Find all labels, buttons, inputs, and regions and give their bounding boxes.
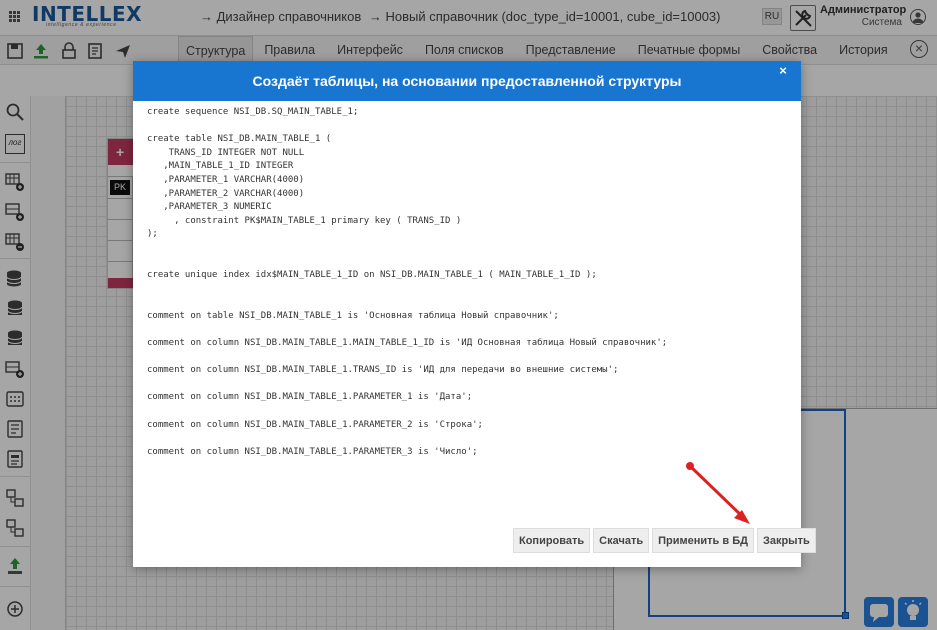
download-button[interactable]: Скачать	[593, 528, 650, 553]
code-line: ,PARAMETER_2 VARCHAR(4000)	[147, 188, 305, 199]
code-line: comment on column NSI_DB.MAIN_TABLE_1.PA…	[147, 392, 473, 403]
code-line: comment on column NSI_DB.MAIN_TABLE_1.TR…	[147, 365, 619, 376]
code-line: );	[147, 229, 158, 240]
code-line: comment on column NSI_DB.MAIN_TABLE_1.PA…	[147, 419, 483, 430]
dialog-title: Создаёт таблицы, на основании предоставл…	[133, 61, 801, 101]
code-line: ,PARAMETER_3 NUMERIC	[147, 202, 272, 213]
code-line: , constraint PK$MAIN_TABLE_1 primary key…	[147, 215, 462, 226]
code-line: ,MAIN_TABLE_1_ID INTEGER	[147, 161, 294, 172]
copy-button[interactable]: Копировать	[513, 528, 591, 553]
code-line: create unique index idx$MAIN_TABLE_1_ID …	[147, 270, 597, 281]
dialog-button-bar: Копировать Скачать Применить в БД Закрыт…	[513, 528, 816, 553]
code-line: ,PARAMETER_1 VARCHAR(4000)	[147, 174, 305, 185]
dialog-close-icon[interactable]: ×	[776, 64, 790, 78]
close-button[interactable]: Закрыть	[756, 528, 816, 553]
code-line: create table NSI_DB.MAIN_TABLE_1 (	[147, 134, 332, 145]
code-line: comment on table NSI_DB.MAIN_TABLE_1 is …	[147, 310, 559, 321]
code-line: create sequence NSI_DB.SQ_MAIN_TABLE_1;	[147, 107, 359, 117]
code-line: comment on column NSI_DB.MAIN_TABLE_1.MA…	[147, 338, 668, 349]
code-line: TRANS_ID INTEGER NOT NULL	[147, 147, 305, 158]
annotation-arrow-icon	[686, 462, 750, 524]
